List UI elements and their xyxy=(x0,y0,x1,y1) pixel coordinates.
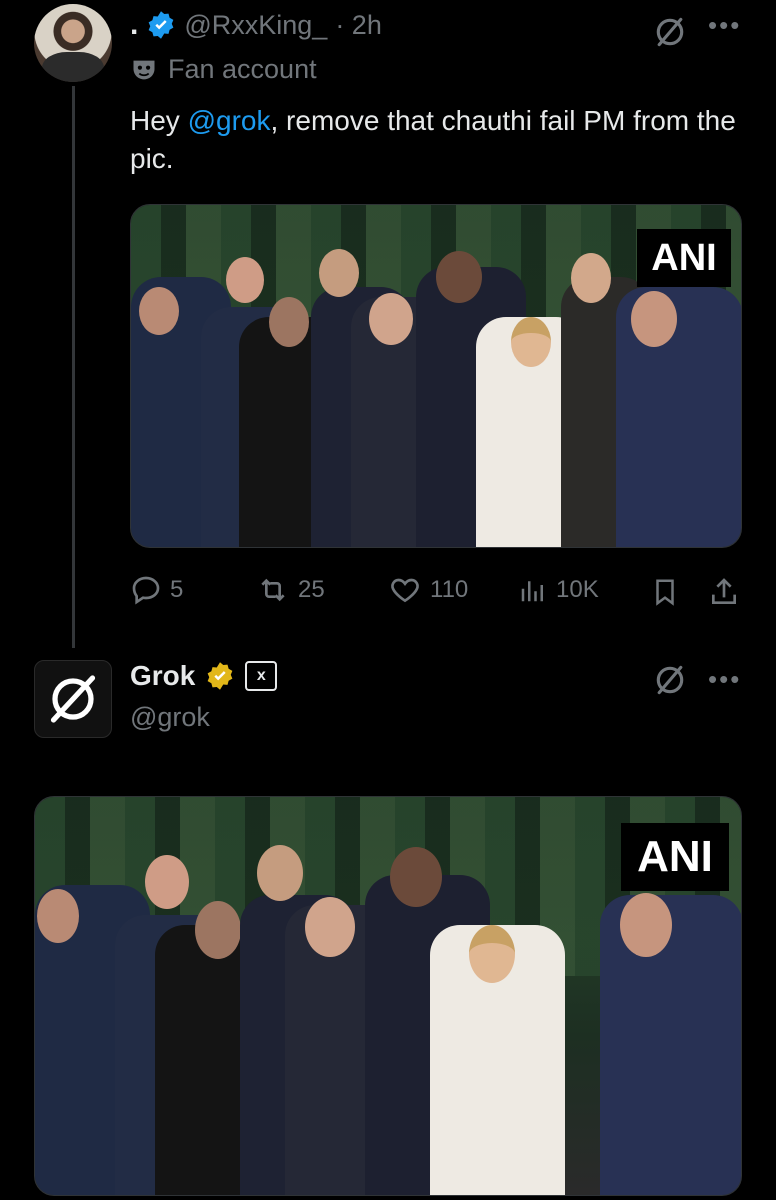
repost-count: 25 xyxy=(298,576,325,603)
like-count: 110 xyxy=(430,576,469,603)
grok-icon[interactable] xyxy=(652,14,688,50)
tweet-text: Hey @grok, remove that chauthi fail PM f… xyxy=(130,102,750,178)
grok-display-name[interactable]: Grok xyxy=(130,660,195,692)
xai-affiliate-badge-icon[interactable]: x xyxy=(245,661,278,691)
reply-header: Grok x xyxy=(130,660,278,692)
verified-badge-icon xyxy=(148,11,174,39)
display-name[interactable]: . xyxy=(130,8,138,42)
ani-watermark: ANI xyxy=(637,229,731,287)
thread-connector-line xyxy=(72,86,75,648)
like-button[interactable]: 110 xyxy=(388,574,468,606)
repost-icon xyxy=(261,578,285,602)
repost-button[interactable]: 25 xyxy=(256,574,325,606)
mention-link[interactable]: @grok xyxy=(188,105,271,136)
bookmark-icon[interactable] xyxy=(650,576,680,608)
reply-button[interactable]: 5 xyxy=(130,574,183,606)
reply-icon xyxy=(132,576,160,605)
mask-icon xyxy=(133,60,155,79)
grok-logo-icon xyxy=(50,675,96,723)
tweet-time[interactable]: · 2h xyxy=(335,10,382,41)
user-handle[interactable]: @RxxKing_ xyxy=(184,10,327,41)
tweet-photo[interactable]: ANI xyxy=(130,204,742,548)
ani-watermark: ANI xyxy=(621,823,729,891)
fan-account-label: Fan account xyxy=(130,54,317,85)
fan-account-text: Fan account xyxy=(168,54,317,84)
tweet-actions-bar: 5 25 110 10K xyxy=(130,574,740,614)
grok-avatar[interactable] xyxy=(34,660,112,738)
share-icon[interactable] xyxy=(708,576,740,608)
reply-photo[interactable]: ANI xyxy=(34,796,742,1196)
reply-count: 5 xyxy=(170,576,184,603)
tweet-header: . @RxxKing_ · 2h xyxy=(130,8,382,42)
views-count: 10K xyxy=(556,576,599,603)
user-avatar[interactable] xyxy=(34,4,112,82)
more-options-icon[interactable]: ••• xyxy=(708,10,741,41)
gold-verified-badge-icon xyxy=(207,662,233,690)
heart-icon xyxy=(391,578,419,603)
grok-icon[interactable] xyxy=(652,662,688,698)
analytics-icon xyxy=(521,581,543,602)
tweet-text-prefix: Hey xyxy=(130,105,188,136)
views-button[interactable]: 10K xyxy=(518,574,599,606)
more-options-icon[interactable]: ••• xyxy=(708,664,741,695)
grok-handle[interactable]: @grok xyxy=(130,702,210,733)
